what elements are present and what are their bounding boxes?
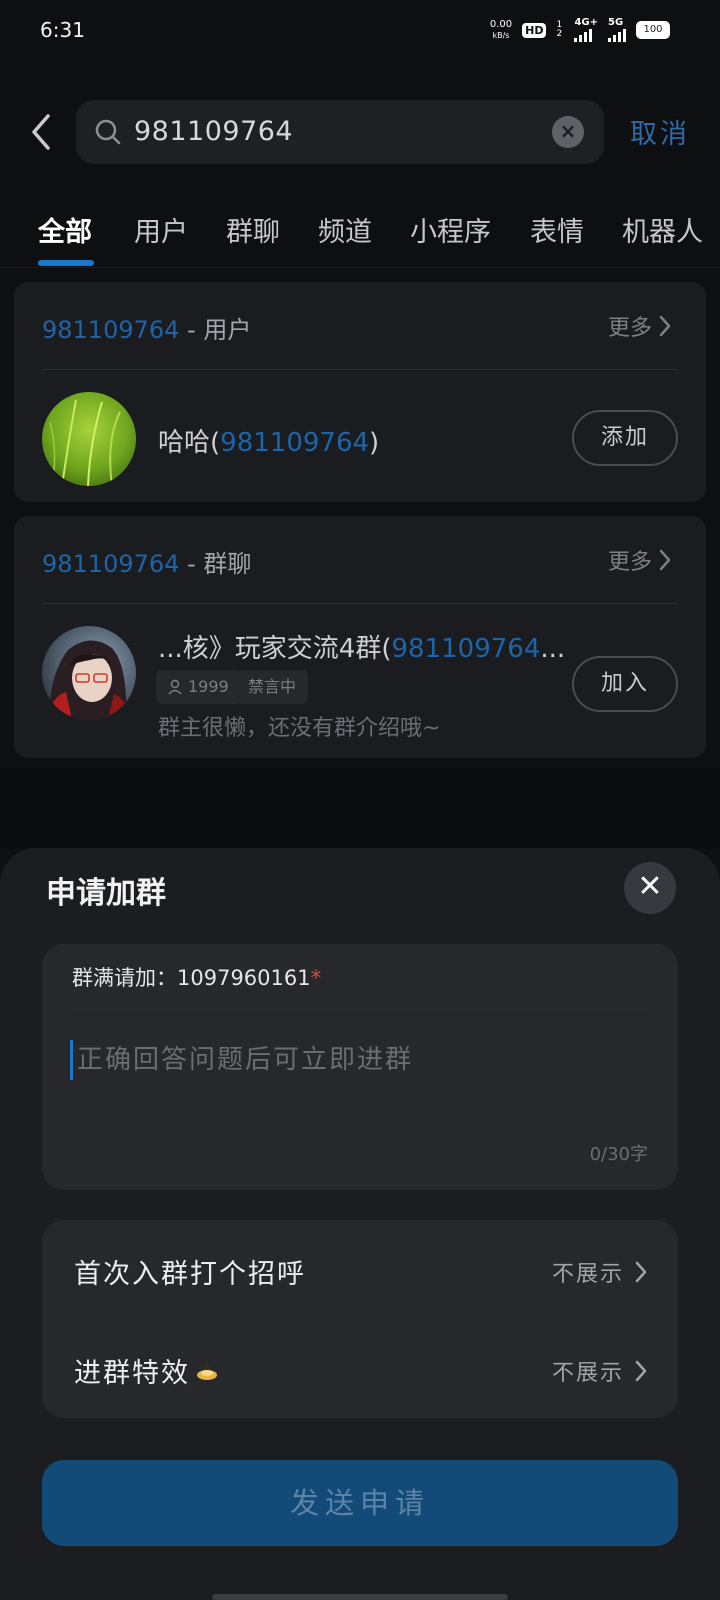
join-question: 群满请加：1097960161* — [72, 962, 321, 992]
tab-bots[interactable]: 机器人 — [622, 210, 703, 249]
tab-channels[interactable]: 频道 — [318, 210, 372, 249]
chevron-right-icon — [635, 1261, 647, 1283]
group-result-name[interactable]: ...核》玩家交流4群(981109764... — [158, 628, 565, 665]
signal-5g: 5G — [608, 18, 626, 42]
hd-badge: HD — [522, 22, 547, 38]
groups-title-id: 981109764 — [42, 550, 180, 578]
group-description: 群主很懒，还没有群介绍哦~ — [158, 716, 441, 741]
required-mark: * — [310, 966, 322, 990]
status-bar: 6:31 0.00 kB/s HD 1 2 4G+ 5G 100 — [0, 0, 720, 64]
group-avatar[interactable] — [42, 626, 136, 720]
users-more-link[interactable]: 更多 — [608, 310, 672, 342]
effect-value-group: 不展示 — [552, 1355, 648, 1387]
user-avatar[interactable] — [42, 392, 136, 486]
user-result-name[interactable]: 哈哈(981109764) — [158, 422, 379, 459]
chevron-right-icon — [659, 549, 671, 571]
add-friend-button[interactable]: 添加 — [572, 410, 678, 466]
options-panel: 首次入群打个招呼 不展示 进群特效 不展示 — [42, 1220, 678, 1418]
tab-stickers[interactable]: 表情 — [530, 210, 584, 249]
users-more-label: 更多 — [607, 316, 652, 341]
groups-more-link[interactable]: 更多 — [608, 544, 672, 576]
member-count: 1999 — [188, 677, 229, 696]
effect-label: 进群特效 — [74, 1358, 190, 1389]
users-title-suffix: - 用户 — [179, 316, 252, 344]
back-button[interactable] — [26, 108, 66, 156]
tab-all[interactable]: 全部 — [38, 210, 92, 249]
close-sheet-button[interactable]: ✕ — [624, 862, 676, 914]
battery-icon: 100 — [636, 21, 670, 39]
chevron-right-icon — [635, 1360, 647, 1382]
chevron-right-icon — [659, 315, 671, 337]
sim-indicator: 1 2 — [556, 20, 563, 39]
send-request-button[interactable]: 发送申请 — [42, 1460, 678, 1546]
search-icon — [95, 119, 121, 145]
user-name-suffix: ) — [369, 428, 380, 458]
status-icons: 0.00 kB/s HD 1 2 4G+ 5G 100 — [490, 18, 670, 42]
divider — [42, 369, 678, 370]
tab-groups[interactable]: 群聊 — [226, 210, 280, 249]
net-speed: 0.00 kB/s — [490, 19, 512, 41]
person-icon — [168, 679, 182, 695]
users-section-card: 981109764 - 用户 更多 哈哈(981109764) 添加 — [14, 282, 706, 502]
greeting-value: 不展示 — [551, 1262, 624, 1287]
question-panel: 群满请加：1097960161* 0/30字 — [42, 944, 678, 1190]
users-title-id: 981109764 — [42, 316, 180, 344]
net-5g-label: 5G — [608, 17, 624, 28]
grass-avatar-image — [42, 392, 136, 486]
search-input[interactable]: 981109764 — [134, 116, 293, 147]
groups-section-title: 981109764 - 群聊 — [42, 544, 251, 579]
divider — [72, 1010, 648, 1011]
net-4g-label: 4G+ — [574, 17, 598, 28]
divider — [42, 603, 678, 604]
character-avatar-image — [42, 626, 136, 720]
group-name-id: 981109764 — [391, 634, 541, 664]
effect-value: 不展示 — [551, 1361, 624, 1386]
groups-more-label: 更多 — [607, 550, 652, 575]
net-speed-unit: kB/s — [492, 31, 510, 40]
join-group-button[interactable]: 加入 — [572, 656, 678, 712]
question-label: 群满请加： — [72, 966, 177, 990]
search-box[interactable]: 981109764 × — [76, 100, 604, 164]
member-count-tag: 1999 — [156, 670, 241, 704]
join-group-sheet: 申请加群 ✕ 群满请加：1097960161* 0/30字 首次入群打个招呼 不… — [0, 848, 720, 1600]
effect-row[interactable]: 进群特效 不展示 — [42, 1319, 678, 1418]
greeting-label: 首次入群打个招呼 — [74, 1259, 306, 1290]
backdrop[interactable] — [0, 768, 720, 848]
tab-users[interactable]: 用户 — [134, 210, 188, 249]
users-section-title: 981109764 - 用户 — [42, 310, 251, 345]
active-tab-indicator — [38, 260, 94, 266]
effect-badge-icon — [197, 1360, 217, 1380]
net-speed-value: 0.00 — [489, 19, 513, 30]
status-tag: 禁言中 — [236, 670, 309, 704]
status-time: 6:31 — [40, 18, 85, 42]
char-count: 0/30字 — [589, 1144, 648, 1165]
answer-input[interactable] — [70, 1040, 630, 1080]
sheet-title: 申请加群 — [46, 876, 166, 911]
chevron-left-icon — [32, 114, 50, 150]
user-name-id: 981109764 — [220, 428, 370, 458]
signal-5g-icon — [608, 28, 626, 42]
user-name-prefix: 哈哈( — [158, 428, 221, 458]
tab-mini-programs[interactable]: 小程序 — [410, 210, 491, 249]
groups-section-card: 981109764 - 群聊 更多 ...核》玩家交流4群(981109764.… — [14, 516, 706, 758]
clear-search-button[interactable]: × — [552, 116, 584, 148]
signal-4g: 4G+ — [574, 18, 598, 42]
group-name-suffix: ... — [540, 634, 566, 664]
signal-4g-icon — [574, 28, 593, 42]
greeting-value-group: 不展示 — [552, 1256, 648, 1288]
close-icon: ✕ — [637, 869, 663, 904]
close-icon: × — [559, 119, 577, 143]
group-name-prefix: ...核》玩家交流4群( — [158, 634, 392, 664]
tab-bar: 全部 用户 群聊 频道 小程序 表情 机器人 — [0, 200, 720, 268]
cancel-button[interactable]: 取消 — [630, 112, 690, 151]
home-indicator — [212, 1594, 508, 1600]
effect-label-group: 进群特效 — [74, 1351, 220, 1390]
question-value: 1097960161 — [177, 966, 311, 990]
greeting-row[interactable]: 首次入群打个招呼 不展示 — [42, 1220, 678, 1318]
groups-title-suffix: - 群聊 — [179, 550, 252, 578]
